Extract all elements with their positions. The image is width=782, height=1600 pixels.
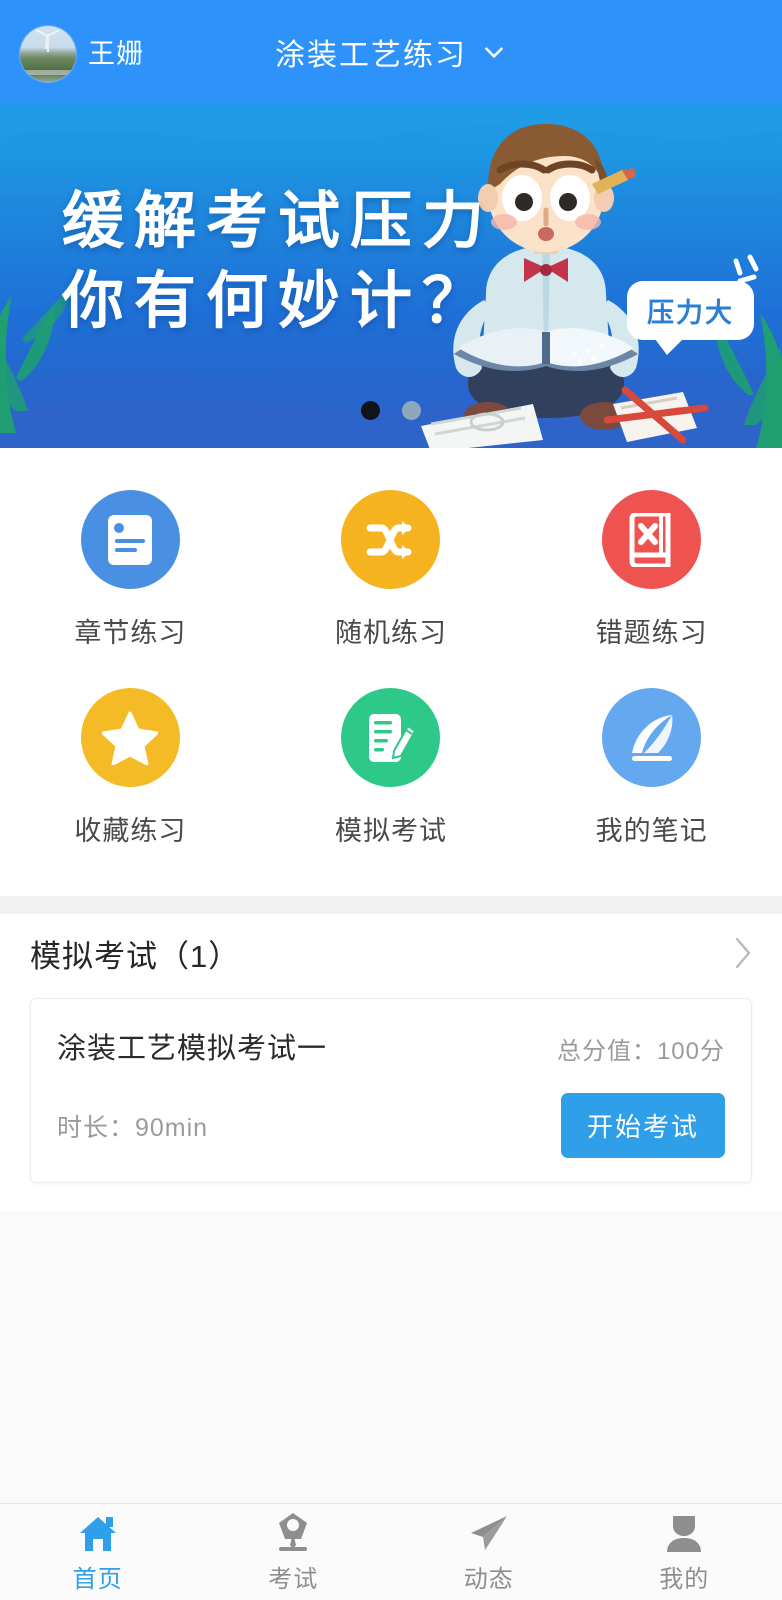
book-x-icon <box>602 490 702 589</box>
chevron-right-icon[interactable] <box>730 934 754 972</box>
username-label: 王姗 <box>88 39 144 69</box>
mock-exam-header[interactable]: 模拟考试（1） <box>0 914 782 992</box>
pen-nib-icon <box>273 1511 313 1553</box>
document-lines-icon <box>80 490 180 589</box>
banner-headline-line1: 缓解考试压力 <box>62 184 495 257</box>
exam-duration: 时长：90min <box>57 1113 209 1142</box>
mock-exam-section: 模拟考试（1） 涂装工艺模拟考试一 总分值：100分 时长：90min 开始考试 <box>0 914 782 1211</box>
tab-exam[interactable]: 考试 <box>196 1511 392 1594</box>
exam-total-score: 总分值：100分 <box>556 1038 725 1065</box>
avatar[interactable] <box>20 26 76 82</box>
grid-item-label: 错题练习 <box>595 618 708 648</box>
shuffle-icon <box>341 490 441 589</box>
app-header: 王姗 涂装工艺练习 <box>0 0 782 103</box>
app-screen: 王姗 涂装工艺练习 缓解考试压力 你有何妙计？ 压力大 章节练习 随机练习 错题… <box>0 0 782 1600</box>
avatar-road <box>20 70 76 75</box>
feather-quill-icon <box>602 688 702 787</box>
speech-bubble: 压力大 <box>627 281 754 355</box>
tab-home[interactable]: 首页 <box>0 1511 196 1594</box>
user-avatar-photo[interactable] <box>20 26 76 82</box>
tab-profile[interactable]: 我的 <box>587 1511 782 1594</box>
grid-item-favorites-practice[interactable]: 收藏练习 <box>0 674 261 862</box>
page-title[interactable]: 涂装工艺练习 <box>275 30 467 74</box>
home-icon <box>77 1511 119 1553</box>
content-spacer <box>0 1211 782 1503</box>
carousel-dot-1[interactable] <box>361 401 380 420</box>
exam-card[interactable]: 涂装工艺模拟考试一 总分值：100分 时长：90min 开始考试 <box>30 998 752 1183</box>
banner-headline: 缓解考试压力 你有何妙计？ <box>62 181 494 341</box>
paper-plane-icon <box>467 1511 511 1553</box>
carousel-dot-2[interactable] <box>402 401 421 420</box>
grid-item-random-practice[interactable]: 随机练习 <box>261 476 522 664</box>
star-icon <box>80 688 180 787</box>
exam-card-row-top: 涂装工艺模拟考试一 总分值：100分 <box>57 1025 725 1067</box>
grid-item-label: 章节练习 <box>74 618 187 648</box>
chevron-down-icon[interactable] <box>481 39 507 65</box>
grid-item-label: 收藏练习 <box>74 816 187 846</box>
mock-exam-title: 模拟考试（1） <box>30 938 241 974</box>
grid-item-label: 我的笔记 <box>595 816 708 846</box>
grid-item-my-notes[interactable]: 我的笔记 <box>521 674 782 862</box>
exam-name: 涂装工艺模拟考试一 <box>57 1033 328 1065</box>
tab-label: 我的 <box>659 1565 710 1593</box>
grid-item-mock-exam[interactable]: 模拟考试 <box>261 674 522 862</box>
grid-item-chapter-practice[interactable]: 章节练习 <box>0 476 261 664</box>
tab-activity[interactable]: 动态 <box>391 1511 587 1594</box>
quick-actions-grid: 章节练习 随机练习 错题练习 收藏练习 模拟考试 我的笔记 <box>0 476 782 862</box>
grid-item-wrong-questions[interactable]: 错题练习 <box>521 476 782 664</box>
start-exam-button[interactable]: 开始考试 <box>560 1093 725 1158</box>
grid-item-label: 随机练习 <box>334 618 447 648</box>
carousel-dots[interactable] <box>0 401 782 420</box>
promo-banner[interactable]: 缓解考试压力 你有何妙计？ 压力大 <box>0 103 782 448</box>
document-pencil-icon <box>341 688 441 787</box>
tab-label: 动态 <box>463 1565 514 1593</box>
person-icon <box>665 1511 703 1553</box>
grid-item-label: 模拟考试 <box>334 816 447 846</box>
tab-label: 首页 <box>72 1565 123 1593</box>
section-divider <box>0 896 782 914</box>
turbine-blade <box>46 29 60 37</box>
quick-actions-section: 章节练习 随机练习 错题练习 收藏练习 模拟考试 我的笔记 <box>0 448 782 896</box>
tab-label: 考试 <box>268 1565 319 1593</box>
exam-card-row-bottom: 时长：90min 开始考试 <box>57 1093 725 1158</box>
bottom-tab-bar: 首页 考试 动态 我的 <box>0 1503 782 1600</box>
banner-headline-line2: 你有何妙计？ <box>62 264 495 337</box>
